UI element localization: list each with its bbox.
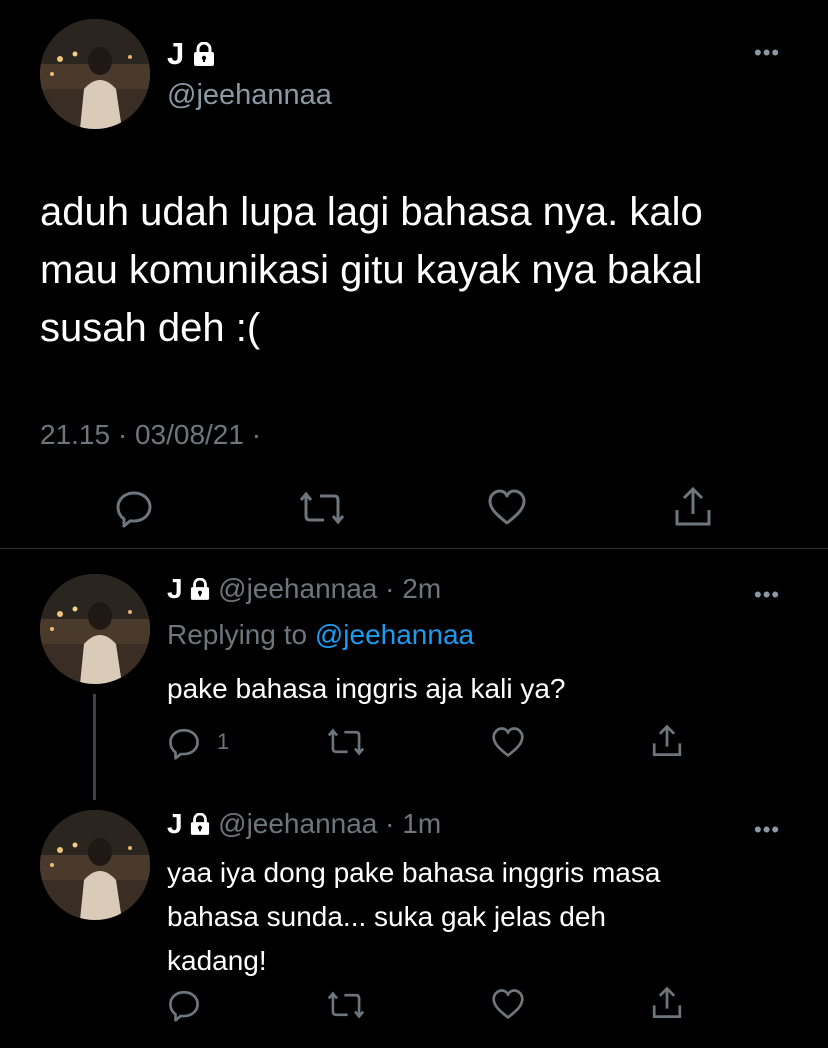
handle[interactable]: @jeehannaa [218, 808, 377, 839]
divider [0, 548, 828, 549]
reply-icon[interactable] [114, 488, 154, 528]
retweet-icon[interactable] [328, 727, 364, 757]
handle[interactable]: @jeehannaa [167, 78, 332, 112]
more-options-icon[interactable]: ••• [754, 584, 780, 606]
display-name[interactable]: J [167, 36, 184, 71]
display-name[interactable]: J [167, 808, 183, 839]
thread-line [93, 694, 96, 800]
share-icon[interactable] [651, 986, 683, 1020]
share-icon[interactable] [673, 486, 713, 528]
reply-icon[interactable] [167, 988, 201, 1022]
avatar-photo [40, 19, 150, 129]
tweet-text-line: yaa iya dong pake bahasa inggris masa [167, 857, 661, 888]
avatar-photo [40, 810, 150, 920]
reply-icon[interactable] [167, 726, 201, 760]
share-icon[interactable] [651, 724, 683, 758]
replying-to-link[interactable]: @jeehannaa [315, 619, 474, 650]
tweet-text: yaa iya dong pake bahasa inggris masa ba… [167, 851, 660, 983]
reply-time[interactable]: · 2m [385, 573, 441, 604]
more-options-icon[interactable]: ••• [754, 42, 780, 64]
tweet-text: aduh udah lupa lagi bahasa nya. kalo mau… [40, 190, 703, 350]
tweet-text: pake bahasa inggris aja kali ya? [167, 673, 566, 704]
retweet-icon[interactable] [328, 990, 364, 1020]
avatar-photo [40, 574, 150, 684]
replying-to-label: Replying to [167, 619, 308, 650]
reply-count: 1 [217, 729, 230, 754]
handle[interactable]: @jeehannaa [218, 573, 377, 604]
retweet-icon[interactable] [300, 490, 344, 526]
tweet-text-line: bahasa sunda... suka gak jelas deh [167, 901, 606, 932]
more-options-icon[interactable]: ••• [754, 819, 780, 841]
like-icon[interactable] [491, 726, 525, 758]
display-name[interactable]: J [167, 573, 183, 604]
reply-time[interactable]: · 1m [385, 808, 441, 839]
like-icon[interactable] [491, 988, 525, 1020]
lock-icon [190, 810, 210, 842]
tweet-timestamp[interactable]: 21.15 · 03/08/21 · [40, 418, 261, 452]
like-icon[interactable] [487, 488, 527, 526]
avatar[interactable] [40, 574, 150, 684]
lock-icon [190, 575, 210, 607]
tweet-text-line: kadang! [167, 945, 267, 976]
avatar[interactable] [40, 19, 150, 129]
lock-icon [193, 38, 215, 74]
avatar[interactable] [40, 810, 150, 920]
